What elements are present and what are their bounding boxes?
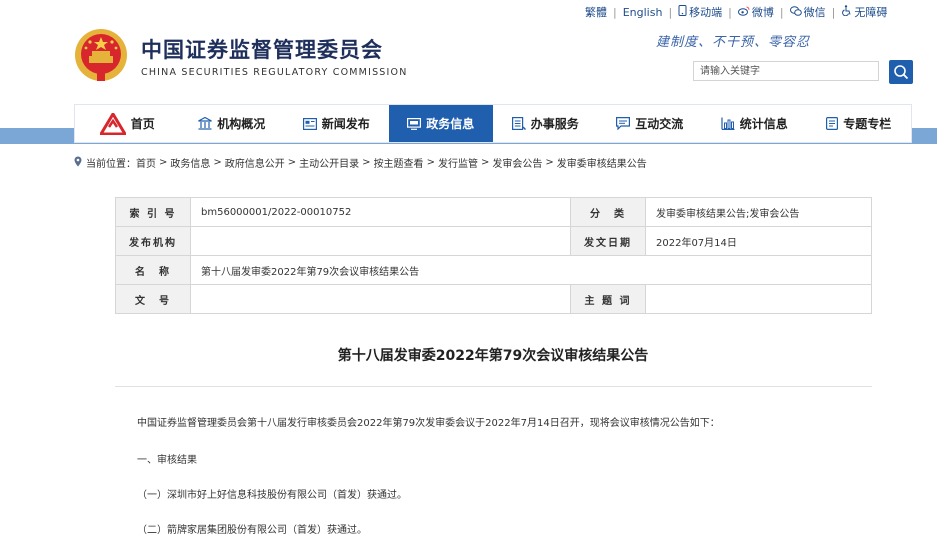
publisher-label: 发布机构 bbox=[115, 226, 191, 256]
breadcrumb-link[interactable]: 发审会公告 bbox=[492, 155, 542, 170]
date-value: 2022年07月14日 bbox=[645, 226, 872, 256]
divider: | bbox=[613, 5, 617, 19]
mobile-label: 移动端 bbox=[689, 6, 723, 19]
article-paragraph: 中国证券监督管理委员会第十八届发行审核委员会2022年第79次发审委会议于202… bbox=[137, 418, 720, 429]
nav-item-home[interactable]: 首页 bbox=[75, 105, 180, 142]
breadcrumb-separator: > bbox=[362, 157, 371, 168]
nav-label: 互动交流 bbox=[635, 117, 684, 131]
divider: | bbox=[831, 5, 836, 19]
breadcrumb-separator: > bbox=[213, 157, 222, 168]
main-nav: 首页 机构概况 新闻发布 政务信息 办事服务 互动交流 统计信息 专题专栏 bbox=[74, 104, 912, 143]
building-icon bbox=[198, 117, 213, 130]
nav-label: 新闻发布 bbox=[321, 117, 370, 131]
divider: | bbox=[779, 5, 784, 19]
breadcrumb-link[interactable]: 主动公开目录 bbox=[299, 155, 359, 170]
breadcrumb-link[interactable]: 政务信息 bbox=[170, 155, 210, 170]
motto: 建制度、不干预、零容忍 bbox=[656, 35, 811, 50]
date-label: 发文日期 bbox=[570, 226, 646, 256]
nav-label: 专题专栏 bbox=[843, 117, 892, 131]
name-value: 第十八届发审委2022年第79次会议审核结果公告 bbox=[190, 255, 872, 285]
name-label: 名 称 bbox=[115, 255, 191, 285]
article-paragraph: （二）箭牌家居集团股份有限公司（首发）获通过。 bbox=[137, 525, 367, 536]
docno-value bbox=[190, 284, 571, 314]
weibo-icon bbox=[737, 6, 750, 19]
nav-item-services[interactable]: 办事服务 bbox=[493, 105, 598, 142]
accessible-link[interactable]: 无障碍 bbox=[841, 4, 887, 20]
breadcrumb-separator: > bbox=[545, 157, 554, 168]
article-paragraph: （一）深圳市好上好信息科技股份有限公司（首发）获通过。 bbox=[137, 490, 407, 501]
search-box bbox=[693, 60, 913, 84]
breadcrumb-separator: > bbox=[480, 157, 490, 168]
search-input[interactable] bbox=[693, 61, 879, 81]
breadcrumb-link[interactable]: 首页 bbox=[136, 155, 156, 170]
table-row: 名 称 第十八届发审委2022年第79次会议审核结果公告 bbox=[115, 255, 872, 285]
wechat-link[interactable]: 微信 bbox=[789, 4, 826, 20]
wechat-label: 微信 bbox=[803, 6, 826, 19]
category-value: 发审委审核结果公告;发审会公告 bbox=[645, 197, 872, 227]
wechat-icon bbox=[789, 6, 802, 19]
wheelchair-icon bbox=[841, 5, 852, 19]
breadcrumb: 当前位置： 首页 > 政务信息 > 政府信息公开 > 主动公开目录 > 按主题查看 > 发… bbox=[74, 155, 647, 170]
nav-item-about[interactable]: 机构概况 bbox=[180, 105, 285, 142]
breadcrumb-link[interactable]: 按主题查看 bbox=[374, 155, 424, 170]
breadcrumb-separator: > bbox=[159, 157, 168, 168]
nav-label: 办事服务 bbox=[530, 117, 579, 131]
subject-value bbox=[645, 284, 872, 314]
nav-item-government-info[interactable]: 政务信息 bbox=[388, 105, 493, 142]
subject-label: 主 题 词 bbox=[570, 284, 646, 314]
index-label: 索 引 号 bbox=[115, 197, 191, 227]
index-value: bm56000001/2022-00010752 bbox=[190, 197, 571, 227]
traditional-link[interactable]: 繁體 bbox=[585, 4, 607, 20]
search-button[interactable] bbox=[889, 60, 913, 84]
breadcrumb-prefix: 当前位置： bbox=[86, 159, 136, 170]
docno-label: 文 号 bbox=[115, 284, 191, 314]
breadcrumb-separator: > bbox=[287, 157, 297, 168]
breadcrumb-link[interactable]: 政府信息公开 bbox=[225, 155, 285, 170]
chart-icon bbox=[721, 117, 735, 130]
weibo-label: 微博 bbox=[751, 6, 774, 19]
chat-icon bbox=[616, 117, 631, 130]
monitor-icon bbox=[407, 117, 422, 130]
logo-icon bbox=[99, 112, 126, 135]
metadata-table: 索 引 号 bm56000001/2022-00010752 分 类 发审委审核… bbox=[115, 197, 872, 314]
divider: | bbox=[728, 5, 732, 19]
category-label: 分 类 bbox=[570, 197, 646, 227]
weibo-link[interactable]: 微博 bbox=[737, 4, 774, 20]
article-paragraph: 一、审核结果 bbox=[137, 455, 197, 466]
nav-label: 统计信息 bbox=[739, 117, 788, 131]
site-title[interactable]: 中国证券监督管理委员会 bbox=[141, 34, 383, 64]
nav-item-news[interactable]: 新闻发布 bbox=[284, 105, 389, 142]
site-subtitle: CHINA SECURITIES REGULATORY COMMISSION bbox=[141, 67, 408, 78]
accessible-label: 无障碍 bbox=[854, 6, 888, 19]
news-icon bbox=[302, 117, 317, 130]
nav-item-topics[interactable]: 专题专栏 bbox=[807, 105, 912, 142]
nav-label: 政务信息 bbox=[426, 117, 475, 131]
list-icon bbox=[511, 117, 526, 130]
table-row: 文 号 主 题 词 bbox=[115, 284, 872, 314]
location-pin-icon bbox=[74, 156, 82, 170]
breadcrumb-link[interactable]: 发审委审核结果公告 bbox=[557, 155, 647, 170]
mobile-link[interactable]: 移动端 bbox=[678, 4, 722, 20]
breadcrumb-link[interactable]: 发行监管 bbox=[438, 155, 478, 170]
document-icon bbox=[826, 117, 839, 130]
top-links: 繁體 | English | 移动端 | 微博 | 微信 | 无障碍 bbox=[585, 3, 887, 21]
english-link[interactable]: English bbox=[623, 6, 663, 19]
table-row: 发布机构 发文日期 2022年07月14日 bbox=[115, 226, 872, 256]
national-emblem-icon[interactable] bbox=[73, 27, 129, 83]
table-row: 索 引 号 bm56000001/2022-00010752 分 类 发审委审核… bbox=[115, 197, 872, 227]
nav-item-statistics[interactable]: 统计信息 bbox=[702, 105, 807, 142]
content-panel: 索 引 号 bm56000001/2022-00010752 分 类 发审委审核… bbox=[74, 179, 912, 550]
publisher-value bbox=[190, 226, 571, 256]
title-divider bbox=[115, 386, 872, 387]
breadcrumb-separator: > bbox=[426, 157, 435, 168]
phone-icon bbox=[678, 5, 687, 19]
nav-item-interaction[interactable]: 互动交流 bbox=[598, 105, 703, 142]
article-title: 第十八届发审委2022年第79次会议审核结果公告 bbox=[337, 348, 649, 364]
nav-label: 首页 bbox=[130, 117, 155, 131]
search-icon bbox=[894, 65, 909, 80]
nav-label: 机构概况 bbox=[217, 117, 266, 131]
divider: | bbox=[668, 5, 673, 19]
